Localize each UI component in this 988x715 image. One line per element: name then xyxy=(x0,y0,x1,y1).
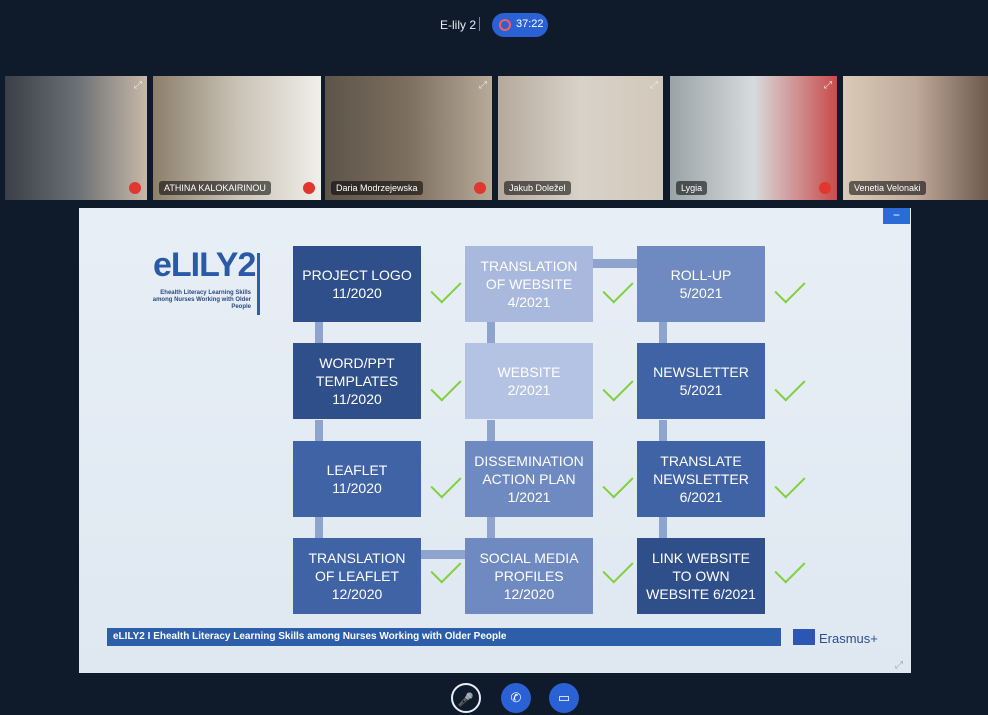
participant-tile[interactable]: Venetia Velonaki xyxy=(843,76,988,200)
check-icon xyxy=(602,467,634,499)
check-icon xyxy=(774,552,806,584)
video-icon: ▭ xyxy=(557,690,571,705)
check-icon xyxy=(602,370,634,402)
check-icon xyxy=(430,467,462,499)
timer-text: 37:22 xyxy=(516,18,544,30)
participant-name: Jakub Doležel xyxy=(504,181,571,195)
expand-icon[interactable]: ⤢ xyxy=(308,80,316,91)
topbar-divider xyxy=(479,17,480,31)
connector xyxy=(315,517,323,538)
check-icon xyxy=(774,272,806,304)
mic-muted-icon xyxy=(129,182,141,194)
task-box: TRANSLATION OF LEAFLET 12/2020 xyxy=(293,538,421,614)
task-box: LEAFLET 11/2020 xyxy=(293,441,421,517)
phone-icon: ✆ xyxy=(510,690,522,705)
connector xyxy=(315,322,323,343)
logo-tagline: Ehealth Literacy Learning Skills among N… xyxy=(152,290,251,310)
connector xyxy=(659,517,667,538)
connector xyxy=(487,322,495,343)
participant-tile[interactable]: ⤢ Daria Modrzejewska xyxy=(325,76,492,200)
task-box: PROJECT LOGO 11/2020 xyxy=(293,246,421,322)
expand-icon[interactable]: ⤢ xyxy=(824,80,832,91)
leave-call-button[interactable]: ✆ xyxy=(501,683,531,713)
elily2-logo: eLILY2 Ehealth Literacy Learning Skills … xyxy=(109,246,257,318)
shared-slide: eLILY2 Ehealth Literacy Learning Skills … xyxy=(79,208,911,673)
task-box: TRANSLATE NEWSLETTER 6/2021 xyxy=(637,441,765,517)
logo-text: eLILY2 xyxy=(153,246,256,284)
logo-divider xyxy=(257,253,260,315)
participant-name: Daria Modrzejewska xyxy=(331,181,423,195)
connector xyxy=(315,420,323,441)
connector xyxy=(487,517,495,538)
connector xyxy=(659,322,667,343)
check-icon xyxy=(774,370,806,402)
task-box: NEWSLETTER 5/2021 xyxy=(637,343,765,419)
connector xyxy=(487,420,495,441)
mic-muted-icon: 🎤 xyxy=(457,692,475,707)
meeting-topbar: E-lily 2 37:22 xyxy=(0,0,988,50)
call-controls: 🎤 ✆ ▭ xyxy=(451,683,591,713)
expand-slide-icon[interactable]: ⤢ xyxy=(895,660,903,671)
participant-name: Venetia Velonaki xyxy=(849,181,926,195)
connector xyxy=(421,550,465,559)
connector xyxy=(659,420,667,441)
meeting-title: E-lily 2 xyxy=(440,18,477,32)
mic-muted-icon xyxy=(819,182,831,194)
expand-icon[interactable]: ⤢ xyxy=(650,80,658,91)
participant-tile[interactable]: ⤢ xyxy=(5,76,147,200)
task-box: TRANSLATION OF WEBSITE 4/2021 xyxy=(465,246,593,322)
check-icon xyxy=(602,552,634,584)
connector xyxy=(593,259,637,268)
task-box: WEBSITE 2/2021 xyxy=(465,343,593,419)
expand-icon[interactable]: ⤢ xyxy=(479,80,487,91)
slide-footer: eLILY2 I Ehealth Literacy Learning Skill… xyxy=(107,628,781,646)
task-box: SOCIAL MEDIA PROFILES 12/2020 xyxy=(465,538,593,614)
check-icon xyxy=(602,272,634,304)
participant-tile[interactable]: ⤢ Jakub Doležel xyxy=(498,76,663,200)
task-box: LINK WEBSITE TO OWN WEBSITE 6/2021 xyxy=(637,538,765,614)
minimize-slide-button[interactable]: − xyxy=(883,208,910,224)
video-toggle-button[interactable]: ▭ xyxy=(549,683,579,713)
participant-tile[interactable]: ⤢ Lygia xyxy=(670,76,837,200)
task-box: ROLL-UP 5/2021 xyxy=(637,246,765,322)
mic-muted-icon xyxy=(474,182,486,194)
recording-timer[interactable]: 37:22 xyxy=(492,13,548,37)
expand-icon[interactable]: ⤢ xyxy=(134,80,142,91)
record-icon xyxy=(499,19,511,31)
check-icon xyxy=(430,272,462,304)
participant-name: Lygia xyxy=(676,181,708,195)
check-icon xyxy=(430,370,462,402)
participant-name: ATHINA KALOKAIRINOU xyxy=(159,181,271,195)
mic-muted-icon xyxy=(303,182,315,194)
participant-tile[interactable]: ⤢ ATHINA KALOKAIRINOU xyxy=(153,76,321,200)
task-box: WORD/PPT TEMPLATES 11/2020 xyxy=(293,343,421,419)
mic-toggle-button[interactable]: 🎤 xyxy=(451,683,481,713)
task-box: DISSEMINATION ACTION PLAN 1/2021 xyxy=(465,441,593,517)
check-icon xyxy=(774,467,806,499)
erasmus-label: Erasmus+ xyxy=(819,631,878,646)
eu-flag-icon xyxy=(793,629,815,645)
